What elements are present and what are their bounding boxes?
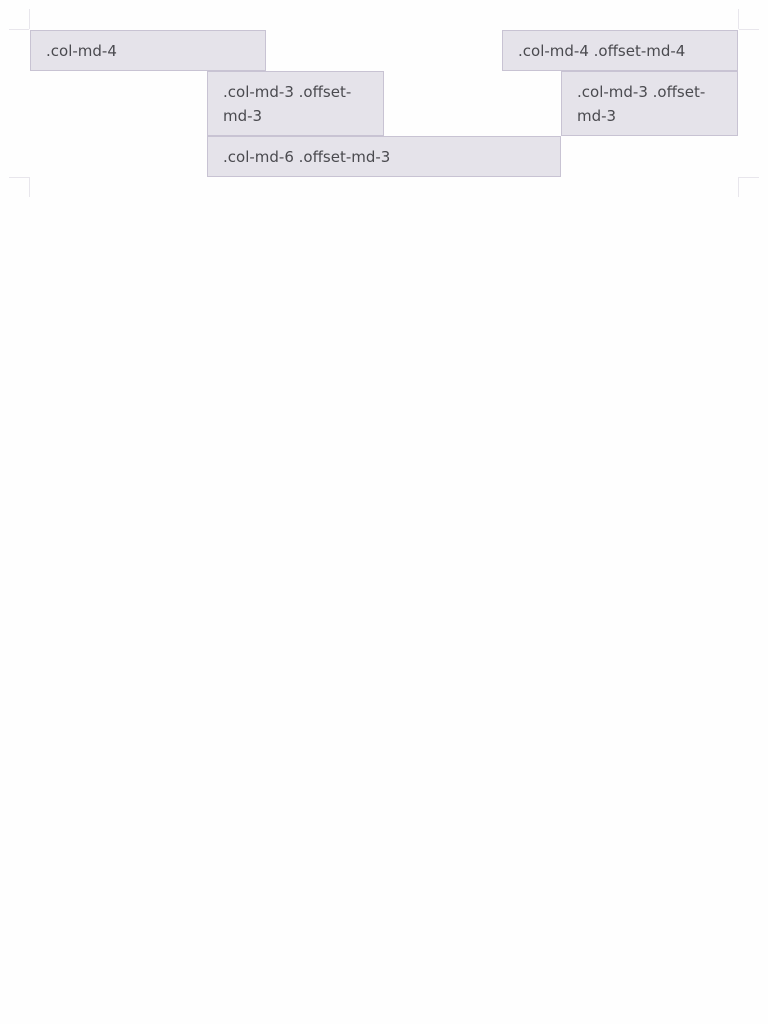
crop-mark-bottom-right-horizontal	[739, 177, 759, 178]
crop-mark-bottom-right-vertical	[738, 177, 739, 197]
grid-cell-col-md-3-offset-md-3-left: .col-md-3 .offset-md-3	[207, 71, 384, 136]
crop-mark-top-left-horizontal	[9, 29, 29, 30]
crop-mark-top-left-vertical	[29, 9, 30, 29]
grid-cell-col-md-4-offset-md-4: .col-md-4 .offset-md-4	[502, 30, 738, 71]
crop-mark-top-right-horizontal	[739, 29, 759, 30]
crop-mark-bottom-left-vertical	[29, 177, 30, 197]
crop-mark-bottom-left-horizontal	[9, 177, 29, 178]
grid-cell-col-md-6-offset-md-3: .col-md-6 .offset-md-3	[207, 136, 561, 177]
grid-cell-col-md-3-offset-md-3-right: .col-md-3 .offset-md-3	[561, 71, 738, 136]
crop-mark-top-right-vertical	[738, 9, 739, 29]
grid-cell-col-md-4: .col-md-4	[30, 30, 266, 71]
